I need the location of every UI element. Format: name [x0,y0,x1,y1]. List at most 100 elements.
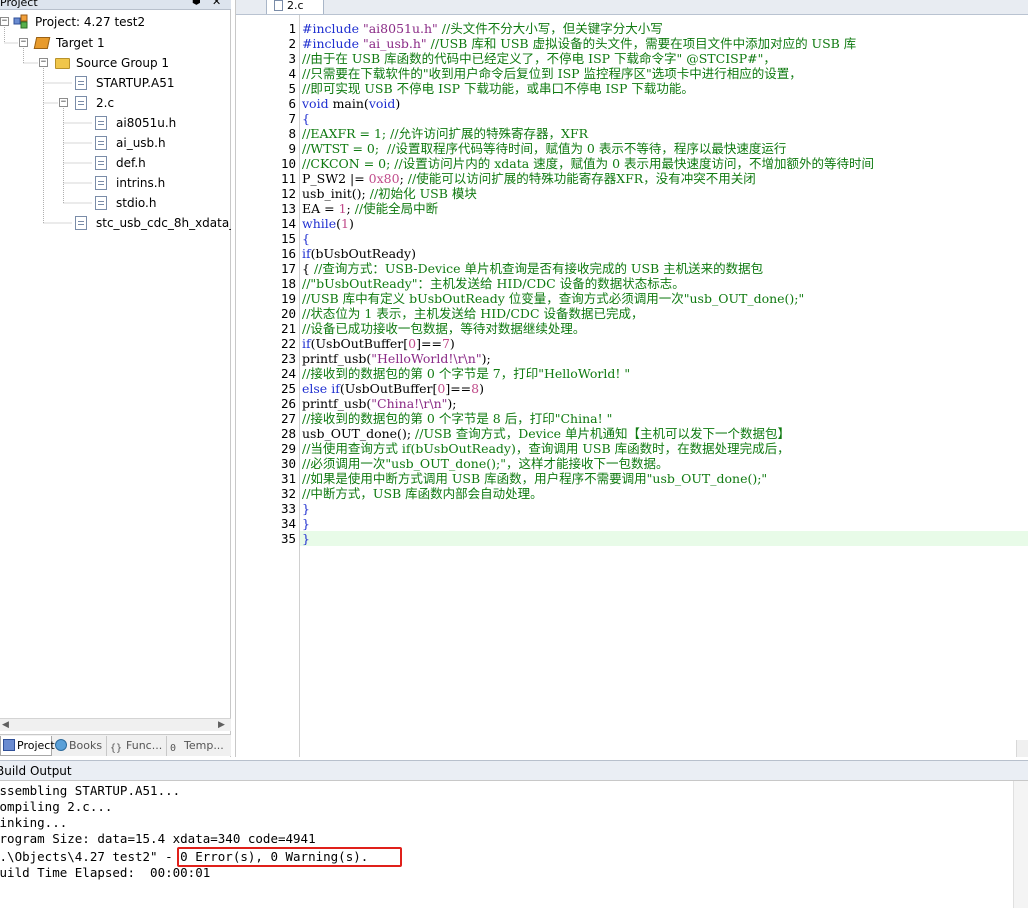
code-line: usb_init(); //初始化 USB 模块 [302,186,477,201]
code-line: //USB 库中有定义 bUsbOutReady 位变量，查询方式必须调用一次"… [302,291,805,306]
error-count-highlight [177,847,402,867]
code-line: #include "ai_usb.h" //USB 库和 USB 虚拟设备的头文… [302,36,857,51]
line-number: 23 [280,351,296,366]
code-line: if(UsbOutBuffer[0]==7) [302,336,455,351]
build-output-line: compiling 2.c... [0,799,113,814]
line-number: 4 [288,66,296,81]
tab-label: Project [17,739,55,752]
code-line: } [302,516,310,531]
build-output-scrollbar[interactable] [1013,781,1028,908]
templates-icon: 0 [170,743,177,754]
code-line: usb_OUT_done(); //USB 查询方式，Device 单片机通知【… [302,426,791,441]
tree-guides [4,27,92,224]
tab-2c[interactable]: 2.c [266,0,324,14]
line-number: 35 [280,531,296,546]
line-number: 22 [280,336,296,351]
line-number: 29 [280,441,296,456]
code-line: void main(void) [302,96,401,111]
project-icon [3,739,15,751]
line-number: 27 [280,411,296,426]
code-line: //EAXFR = 1; //允许访问扩展的特殊寄存器，XFR [302,126,589,141]
scroll-left-icon[interactable]: ◀ [2,720,9,730]
line-number: 16 [280,246,296,261]
code-line: //中断方式，USB 库函数内部会自动处理。 [302,486,543,501]
tab-label: Temp... [184,739,224,752]
tab-functions[interactable]: {} Func... [108,736,167,756]
line-number: 18 [280,276,296,291]
line-number: 14 [280,216,296,231]
build-output-title: Build Output [0,764,72,778]
code-line: //由于在 USB 库函数的代码中已经定义了，不停电 ISP 下载命令字" @S… [302,51,776,66]
code-line: //当使用查询方式 if(bUsbOutReady)，查询调用 USB 库函数时… [302,441,790,456]
code-line: { [302,231,310,246]
editor-scrollbar[interactable] [1016,740,1028,757]
line-number: 6 [288,96,296,111]
line-number: 11 [280,171,296,186]
tab-project[interactable]: Project [0,736,55,756]
line-number: 26 [280,396,296,411]
line-number: 5 [288,81,296,96]
line-number: 21 [280,321,296,336]
build-output-line: Build Time Elapsed: 00:00:01 [0,865,211,880]
functions-icon: {} [110,743,123,754]
code-line: while(1) [302,216,354,231]
line-number-gutter: 1 2 3 4 5 6 7 8 9 10 11 12 13 14 15 16 17 18 19 20 21 22 23 24 2… [236,15,300,757]
line-number: 32 [280,486,296,501]
code-line: { [302,111,310,126]
line-number: 3 [288,51,296,66]
line-number: 1 [288,21,296,36]
code-line: printf_usb("HelloWorld!\r\n"); [302,351,491,366]
line-number: 33 [280,501,296,516]
line-number: 24 [280,366,296,381]
code-line: //WTST = 0; //设置取程序代码等待时间，赋值为 0 表示不等待，程序… [302,141,787,156]
code-line: //状态位为 1 表示，主机发送给 HID/CDC 设备数据已完成， [302,306,644,321]
build-output-line: linking... [0,815,68,830]
project-panel-tabs: Project Books {} Func... 0 Temp... [0,734,231,756]
line-number: 30 [280,456,296,471]
code-line: //CKCON = 0; //设置访问片内的 xdata 速度，赋值为 0 表示… [302,156,875,171]
code-text-area[interactable]: #include "ai8051u.h" //头文件不分大小写，但关键字分大小写… [300,15,1028,757]
line-number: 2 [288,36,296,51]
line-number: 12 [280,186,296,201]
line-number: 7 [288,111,296,126]
project-panel: Project ⬢ ✕ − Project: 4.27 test2 − Targ… [0,0,231,757]
code-line: EA = 1; //使能全局中断 [302,201,439,216]
tab-label: Func... [126,739,163,752]
build-output-panel[interactable]: Assembling STARTUP.A51... compiling 2.c.… [0,781,1028,908]
line-number: 9 [288,141,296,156]
line-number: 31 [280,471,296,486]
build-output-titlebar: Build Output [0,760,1028,781]
line-number: 8 [288,126,296,141]
build-output-line: Assembling STARTUP.A51... [0,783,181,798]
current-line-highlight [300,531,1028,546]
line-number: 25 [280,381,296,396]
tab-templates[interactable]: 0 Temp... [168,736,231,756]
code-line: #include "ai8051u.h" //头文件不分大小写，但关键字分大小写 [302,21,663,36]
horizontal-scrollbar[interactable]: ◀ ▶ [0,718,231,731]
code-line: } [302,531,310,546]
build-output-line: Program Size: data=15.4 xdata=340 code=4… [0,831,316,846]
code-line: P_SW2 |= 0x80; //使能可以访问扩展的特殊功能寄存器XFR，没有冲… [302,171,756,186]
books-icon [55,739,67,751]
scroll-right-icon[interactable]: ▶ [218,720,225,730]
code-line: //"bUsbOutReady"：主机发送给 HID/CDC 设备的数据状态标志… [302,276,685,291]
file-icon [274,0,283,11]
line-number: 19 [280,291,296,306]
line-number: 13 [280,201,296,216]
code-line: if(bUsbOutReady) [302,246,416,261]
code-line: { //查询方式：USB-Device 单片机查询是否有接收完成的 USB 主机… [302,261,764,276]
code-line: //接收到的数据包的第 0 个字节是 7，打印"HelloWorld! " [302,366,631,381]
line-number: 15 [280,231,296,246]
code-line: //只需要在下载软件的"收到用户命令后复位到 ISP 监控程序区"选项卡中进行相… [302,66,802,81]
code-line: else if(UsbOutBuffer[0]==8) [302,381,484,396]
line-number: 20 [280,306,296,321]
line-number: 10 [280,156,296,171]
code-line: } [302,501,310,516]
line-number: 34 [280,516,296,531]
code-line: //即可实现 USB 不停电 ISP 下载功能，或串口不停电 ISP 下载功能。 [302,81,694,96]
code-line: //设备已成功接收一包数据，等待对数据继续处理。 [302,321,586,336]
code-line: printf_usb("China!\r\n"); [302,396,457,411]
code-line: //接收到的数据包的第 0 个字节是 8 后，打印"China! " [302,411,613,426]
code-editor: 2.c 1 2 3 4 5 6 7 8 9 10 11 12 13 14 15 16 17 18 19 20 21 22 2… [235,0,1028,757]
tab-books[interactable]: Books [53,736,107,756]
